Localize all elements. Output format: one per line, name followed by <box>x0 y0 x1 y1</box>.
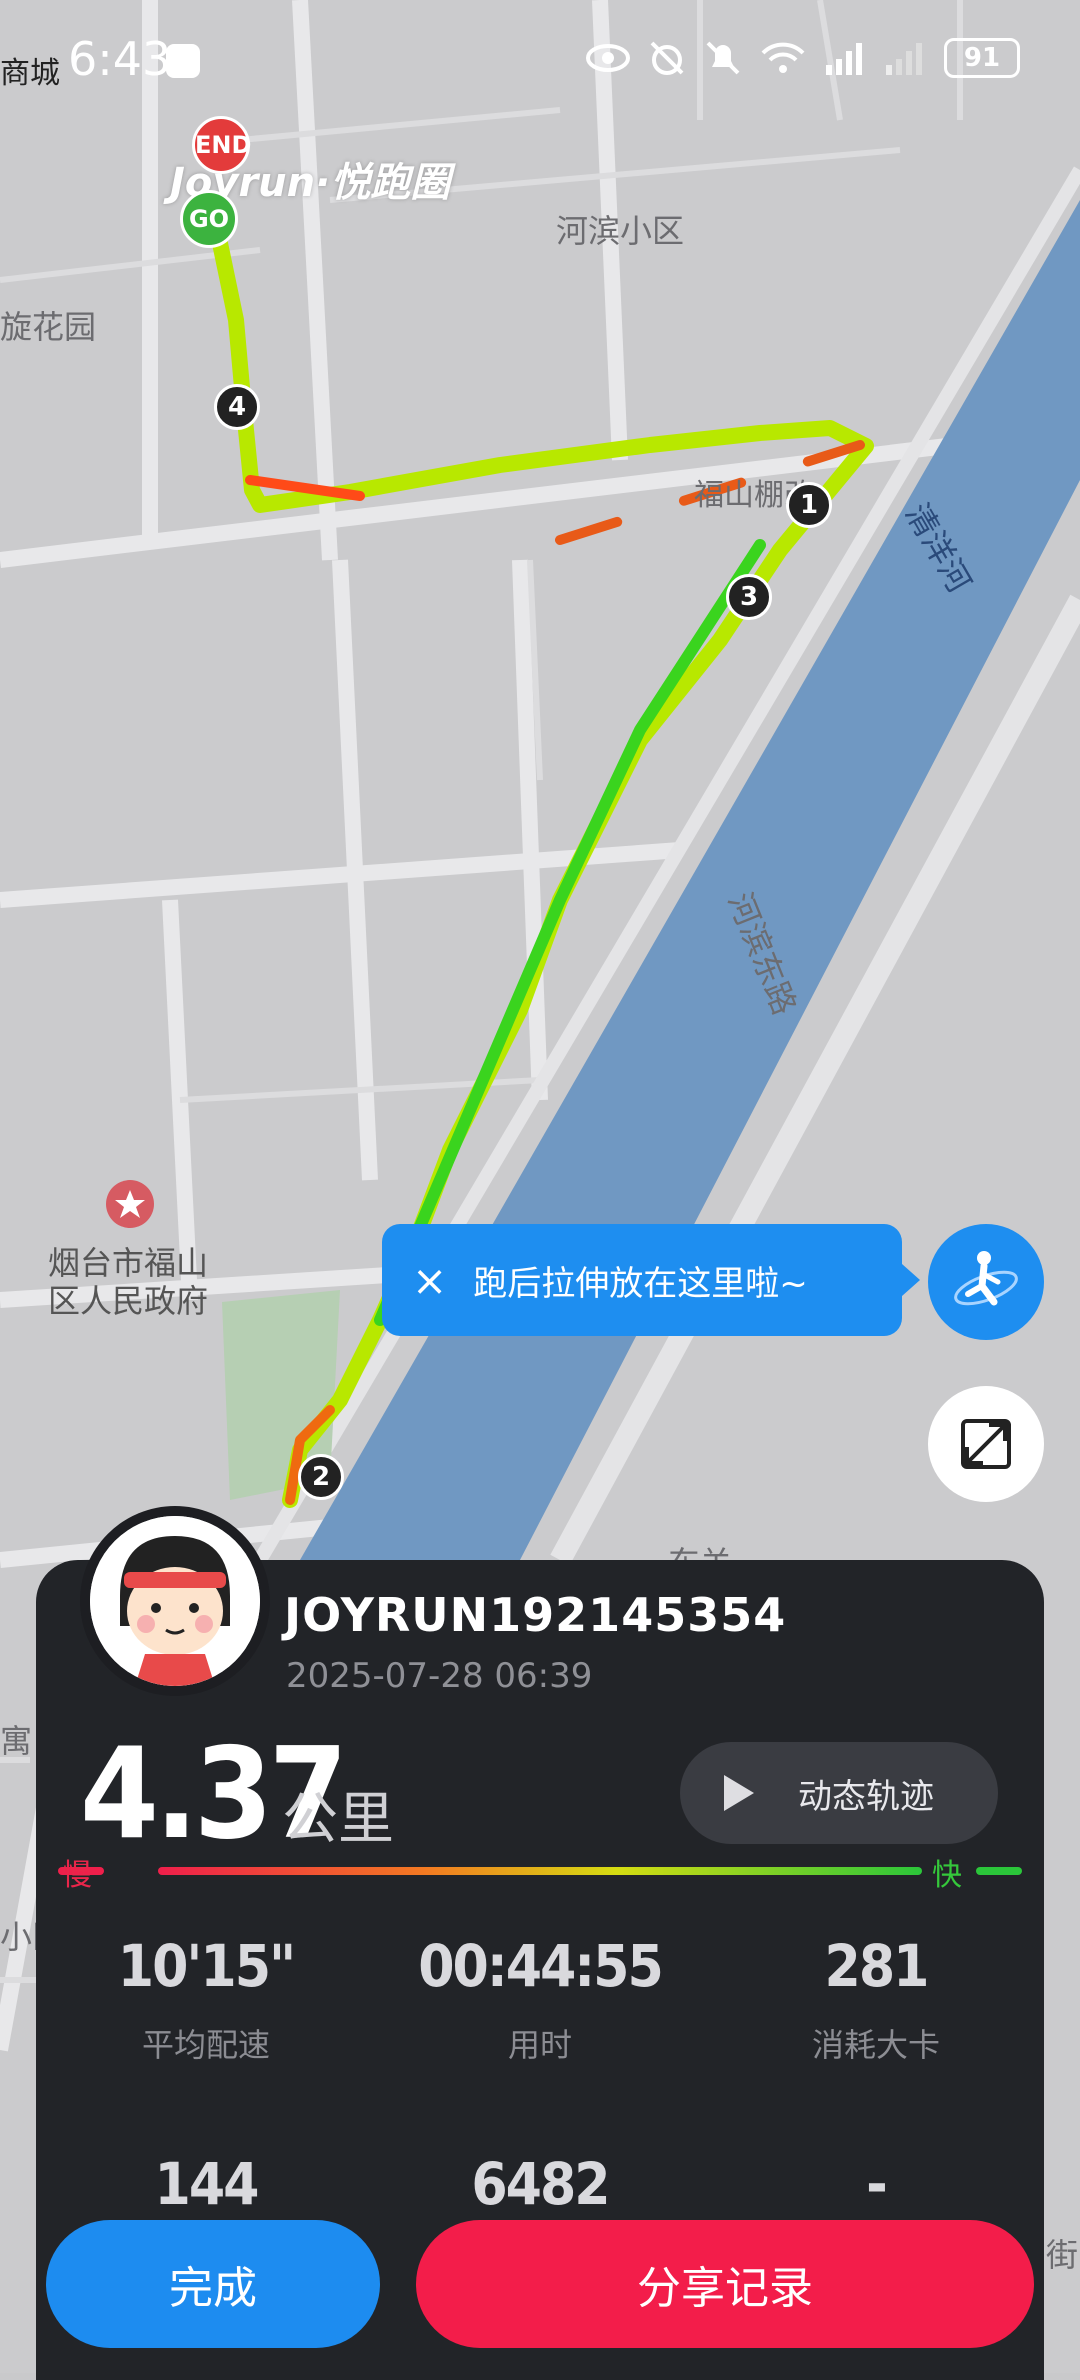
signal-icon <box>826 43 862 75</box>
end-marker: END <box>192 116 251 174</box>
km-marker-2: 2 <box>298 1454 344 1500</box>
status-icons: 91 <box>586 38 1020 78</box>
stretch-person-icon <box>954 1251 1018 1306</box>
expand-icon <box>961 1419 1011 1469</box>
bell-off-icon <box>706 41 740 75</box>
stat-label: 消耗大卡 <box>811 2026 940 2064</box>
wifi-icon <box>761 42 805 73</box>
alarm-off-icon <box>650 41 684 75</box>
km-marker-1: 1 <box>786 482 832 528</box>
map-label-jie: 街 <box>1046 2236 1079 2274</box>
go-marker: GO <box>180 190 238 248</box>
tooltip-close-icon[interactable]: × <box>412 1256 447 1305</box>
distance-unit: 公里 <box>282 1787 394 1852</box>
username: JOYRUN192145354 <box>284 1588 787 1642</box>
stat-duration: 00:44:55 用时 <box>390 1932 690 2066</box>
stat-value: 144 <box>154 2150 260 2218</box>
map-label-xuanhua: 旋花园 <box>0 308 97 346</box>
signal-weak-icon <box>886 43 922 75</box>
notification-app-icon <box>166 44 200 78</box>
map-label-hebin: 河滨小区 <box>556 212 685 250</box>
battery-indicator: 91 <box>944 38 1020 78</box>
stat-value: 10'15" <box>117 1932 296 2000</box>
eye-icon <box>586 44 630 72</box>
stat-calories: 281 消耗大卡 <box>726 1932 1026 2066</box>
stat-extra-3: - <box>726 2150 1026 2218</box>
km-marker-4: 4 <box>214 384 260 430</box>
stretch-tooltip: × 跑后拉伸放在这里啦~ <box>382 1224 920 1336</box>
map-label-gov-2: 区人民政府 <box>48 1282 209 1320</box>
play-icon <box>724 1775 754 1811</box>
done-button[interactable]: 完成 <box>46 2220 380 2348</box>
pace-slow-label: 慢 <box>62 1858 92 1893</box>
map-label-yu: 寓 <box>0 1722 33 1760</box>
stat-avg-pace: 10'15" 平均配速 <box>56 1932 356 2066</box>
tooltip-text: 跑后拉伸放在这里啦~ <box>473 1263 808 1304</box>
stat-value: 281 <box>824 1932 930 2000</box>
stat-label: 用时 <box>507 2026 572 2064</box>
pace-gradient-bar <box>58 1867 1022 1875</box>
dynamic-track-button[interactable]: 动态轨迹 <box>680 1742 998 1844</box>
status-bar: 商城 6:43 91 <box>0 0 1080 120</box>
run-datetime: 2025-07-28 06:39 <box>286 1656 593 1696</box>
stretch-button[interactable] <box>928 1224 1044 1340</box>
stat-label: 平均配速 <box>141 2026 270 2064</box>
dynamic-track-label: 动态轨迹 <box>798 1776 934 1817</box>
stat-extra-1: 144 <box>56 2150 356 2218</box>
stat-value: 00:44:55 <box>418 1932 664 2000</box>
km-marker-3: 3 <box>726 574 772 620</box>
stat-extra-2: 6482 <box>390 2150 690 2218</box>
status-left-label: 商城 <box>0 56 60 91</box>
status-time: 6:43 <box>68 32 172 86</box>
stat-value: - <box>866 2150 888 2218</box>
avatar[interactable] <box>90 1516 260 1686</box>
stat-value: 6482 <box>471 2150 610 2218</box>
avatar-illustration <box>90 1516 260 1686</box>
share-record-button[interactable]: 分享记录 <box>416 2220 1034 2348</box>
pace-fast-label: 快 <box>932 1858 962 1893</box>
map-expand-button[interactable] <box>928 1386 1044 1502</box>
